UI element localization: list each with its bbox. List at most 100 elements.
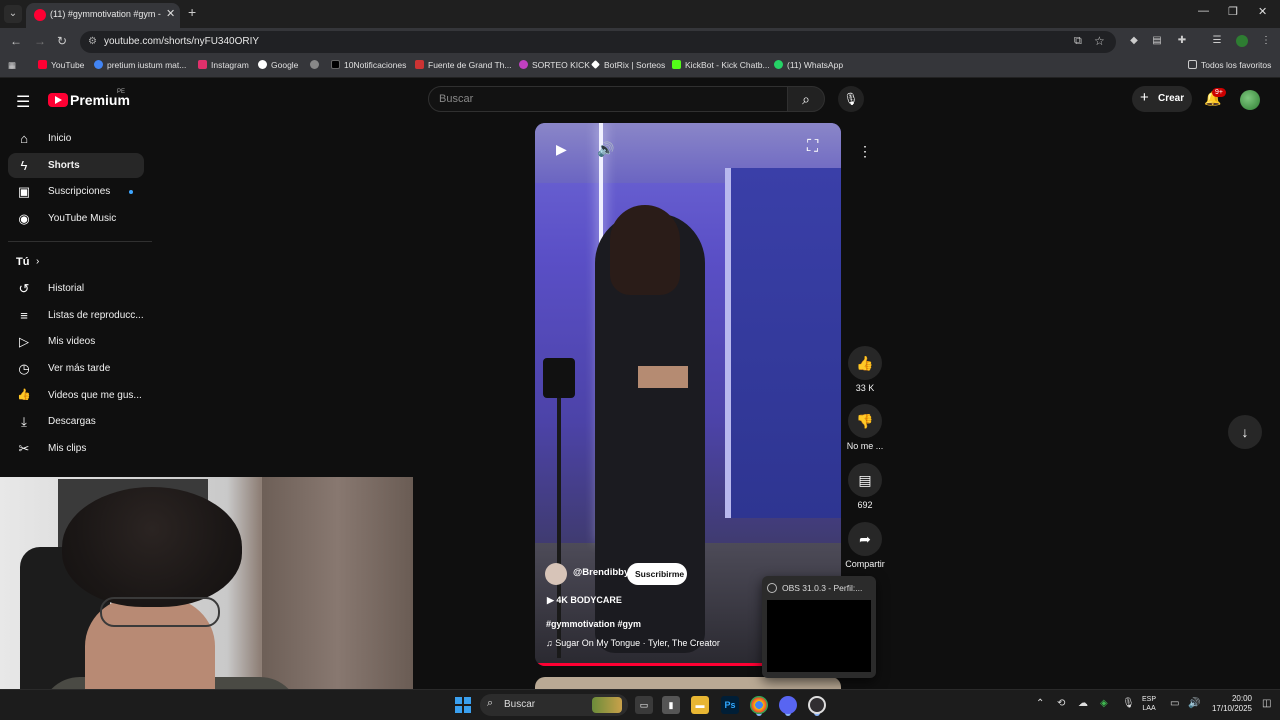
- next-short-preview[interactable]: [535, 677, 841, 689]
- address-bar[interactable]: ⚙ youtube.com/shorts/nyFU340ORIY ⧉ ☆: [80, 31, 1116, 53]
- dislike-label: No me ...: [846, 441, 884, 451]
- extension-icon[interactable]: ◆: [1128, 35, 1140, 47]
- sidebar-item-liked-videos[interactable]: 👍 Videos que me gus...: [8, 383, 144, 408]
- bookmark-whatsapp[interactable]: (11) WhatsApp: [774, 60, 843, 70]
- close-window-button[interactable]: ✕: [1258, 5, 1267, 18]
- bookmark-unnamed[interactable]: [310, 60, 323, 70]
- more-options-icon[interactable]: ⋮: [853, 140, 877, 164]
- sidebar-item-label: Shorts: [48, 160, 80, 171]
- photoshop-icon[interactable]: Ps: [721, 696, 739, 714]
- restore-button[interactable]: ❐: [1228, 5, 1238, 18]
- bookmark-x[interactable]: 10Notificaciones: [331, 60, 406, 70]
- search-icon[interactable]: ⌕: [787, 86, 825, 112]
- tray-mic-icon[interactable]: 🎙: [1122, 698, 1135, 709]
- play-icon[interactable]: ▶: [556, 141, 567, 158]
- next-video-arrow-icon[interactable]: ↓: [1228, 415, 1262, 449]
- url-text: youtube.com/shorts/nyFU340ORIY: [104, 36, 260, 47]
- tab-search-button[interactable]: ⌄: [4, 5, 22, 23]
- windows-start-icon[interactable]: [455, 697, 471, 713]
- tray-cloud-icon[interactable]: ☁: [1078, 698, 1088, 709]
- tray-sync-icon[interactable]: ⟲: [1057, 698, 1065, 709]
- notifications-icon[interactable]: ◫: [1262, 698, 1271, 709]
- new-content-dot: [129, 190, 133, 194]
- sidebar-item-history[interactable]: ↺ Historial: [8, 276, 144, 301]
- clock-date: 17/10/2025: [1211, 704, 1252, 713]
- tray-volume-icon[interactable]: 🔊: [1188, 698, 1200, 709]
- obs-taskbar-preview[interactable]: OBS 31.0.3 - Perfil:...: [762, 576, 876, 678]
- volume-icon[interactable]: 🔊: [597, 141, 614, 158]
- tab-title: (11) #gymmotivation #gym - YouTube: [50, 9, 162, 19]
- extension-icon[interactable]: ▤: [1151, 35, 1163, 47]
- bookmark-fuente[interactable]: Fuente de Grand Th...: [415, 60, 511, 70]
- bookmark-sorteo-kick[interactable]: SORTEO KICK: [519, 60, 590, 70]
- keyboard-language[interactable]: ESP LAA: [1142, 695, 1156, 713]
- apps-grid-icon[interactable]: ▦: [8, 60, 16, 71]
- video-scene-phone: [543, 358, 575, 398]
- new-tab-button[interactable]: +: [188, 4, 196, 20]
- chrome-icon[interactable]: [750, 696, 768, 714]
- site-info-icon[interactable]: ⚙: [88, 36, 97, 47]
- search-input[interactable]: Buscar: [428, 86, 788, 112]
- forward-icon[interactable]: →: [34, 34, 46, 48]
- sidebar-item-youtube-music[interactable]: ◉ YouTube Music: [8, 206, 144, 231]
- music-link[interactable]: ♫ Sugar On My Tongue · Tyler, The Creato…: [546, 638, 720, 648]
- reload-icon[interactable]: ↻: [57, 34, 67, 48]
- comments-count: 692: [857, 500, 873, 510]
- extensions-puzzle-icon[interactable]: ✚: [1176, 35, 1188, 47]
- browser-tab-active[interactable]: (11) #gymmotivation #gym - YouTube ✕: [26, 3, 180, 28]
- bookmark-google[interactable]: Google: [258, 60, 298, 70]
- playlist-link[interactable]: ▶ 4K BODYCARE: [547, 595, 622, 606]
- tray-chevron-icon[interactable]: ⌃: [1036, 698, 1044, 709]
- bookmark-youtube[interactable]: YouTube: [38, 60, 84, 70]
- taskbar-search[interactable]: ⌕ Buscar: [480, 694, 628, 716]
- task-view-icon[interactable]: ▭: [635, 696, 653, 714]
- sidebar-item-inicio[interactable]: ⌂ Inicio: [8, 126, 144, 151]
- sidebar-item-subscriptions[interactable]: ▣ Suscripciones: [8, 179, 144, 204]
- all-bookmarks-folder[interactable]: Todos los favoritos: [1188, 60, 1271, 70]
- clock[interactable]: 20:00 17/10/2025: [1204, 694, 1252, 714]
- back-icon[interactable]: ←: [10, 34, 22, 48]
- sidebar-item-label: Videos que me gus...: [48, 390, 142, 401]
- install-app-icon[interactable]: ⧉: [1074, 35, 1082, 48]
- sidebar-item-playlists[interactable]: ≡ Listas de reproducc...: [8, 303, 144, 328]
- create-button[interactable]: + Crear: [1132, 86, 1192, 112]
- bookmark-instagram[interactable]: Instagram: [198, 60, 249, 70]
- browser-toolbar: ← → ↻ ⚙ youtube.com/shorts/nyFU340ORIY ⧉…: [0, 28, 1280, 56]
- sidebar-item-downloads[interactable]: ⤓ Descargas: [8, 409, 144, 434]
- minimize-button[interactable]: —: [1198, 5, 1209, 17]
- profile-avatar[interactable]: [1236, 35, 1248, 47]
- channel-name[interactable]: @Brendibby: [573, 567, 629, 578]
- browser-menu-icon[interactable]: ⋮: [1260, 35, 1272, 47]
- file-explorer-icon[interactable]: ▬: [691, 696, 709, 714]
- you-section-header[interactable]: Tú: [16, 256, 29, 268]
- bookmark-pretium[interactable]: pretium iustum mat...: [94, 60, 186, 70]
- dislike-button[interactable]: 👎: [848, 404, 882, 438]
- windows-taskbar: ⌕ Buscar ▭ ▮ ▬ Ps ⌃ ⟲ ☁ ◈ 🎙 ESP LAA ▭ 🔊 …: [0, 689, 1280, 720]
- microphone-icon[interactable]: 🎙: [838, 86, 864, 112]
- channel-avatar[interactable]: [545, 563, 567, 585]
- obs-preview-thumbnail[interactable]: [767, 600, 871, 672]
- share-button[interactable]: ➦: [848, 522, 882, 556]
- video-scene-person-hair: [610, 205, 680, 295]
- like-button[interactable]: 👍: [848, 346, 882, 380]
- comments-button[interactable]: ▤: [848, 463, 882, 497]
- sidebar-item-clips[interactable]: ✂ Mis clips: [8, 436, 144, 461]
- bookmark-botrix[interactable]: BotRix | Sorteos: [591, 60, 665, 70]
- sidebar-item-shorts[interactable]: ϟ Shorts: [8, 153, 144, 178]
- bookmark-kickbot[interactable]: KickBot - Kick Chatb...: [672, 60, 770, 70]
- tray-network-icon[interactable]: ▭: [1170, 698, 1179, 709]
- hashtags[interactable]: #gymmotivation #gym: [546, 619, 641, 629]
- hamburger-menu-icon[interactable]: ☰: [16, 92, 30, 112]
- sidebar-item-my-videos[interactable]: ▷ Mis videos: [8, 329, 144, 354]
- tab-close-icon[interactable]: ✕: [166, 7, 175, 20]
- obs-app-icon[interactable]: [808, 696, 826, 714]
- bookmark-star-icon[interactable]: ☆: [1094, 34, 1105, 48]
- reading-list-icon[interactable]: ☰: [1211, 35, 1223, 47]
- discord-icon[interactable]: [779, 696, 797, 714]
- sidebar-item-watch-later[interactable]: ◷ Ver más tarde: [8, 356, 144, 381]
- avatar[interactable]: [1240, 90, 1260, 110]
- fullscreen-icon[interactable]: ⛶: [807, 138, 818, 156]
- tray-security-icon[interactable]: ◈: [1100, 698, 1108, 709]
- terminal-app-icon[interactable]: ▮: [662, 696, 680, 714]
- subscribe-button[interactable]: Suscribirme: [627, 563, 687, 585]
